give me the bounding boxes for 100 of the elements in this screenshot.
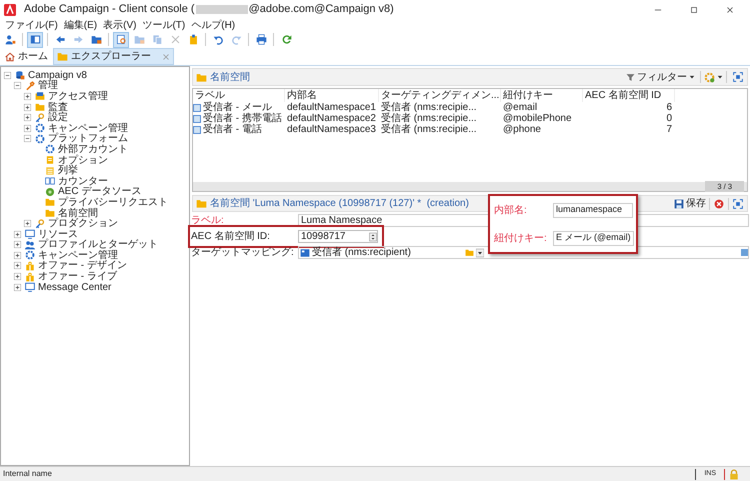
field-label: 紐付けキー: (493, 232, 548, 246)
document-icon (45, 155, 55, 166)
collapse-icon[interactable] (4, 72, 11, 79)
text-field[interactable]: lumanamespace (553, 202, 633, 218)
tree-item[interactable]: オファー - デザイン (38, 260, 127, 272)
home-icon (5, 52, 15, 62)
table-cell-text: 0 (665, 113, 673, 124)
forward-arrow-icon (72, 34, 84, 45)
expand-icon[interactable] (24, 104, 31, 111)
folder-icon (45, 208, 55, 218)
user-icon (4, 34, 16, 45)
folder-icon (196, 72, 207, 82)
tab[interactable]: ホーム (2, 48, 51, 65)
menu-item[interactable]: 編集(E) (64, 18, 98, 32)
menu-item[interactable]: 表示(V) (103, 18, 136, 32)
tree-item[interactable]: アクセス管理 (48, 90, 108, 102)
expand-icon[interactable] (14, 230, 21, 238)
tree-item[interactable]: カウンター (58, 176, 108, 187)
expand-icon[interactable] (14, 241, 21, 248)
close-icon (725, 4, 735, 14)
caret-icon (689, 74, 695, 80)
cut-icon (170, 34, 180, 45)
table-cell-text: 受信者 (nms:recipie... (380, 113, 478, 124)
tree-item[interactable]: プロファイルとターゲット (38, 239, 158, 250)
folder-icon (134, 34, 144, 45)
menu-item[interactable]: ヘルプ(H) (191, 18, 236, 32)
new-button[interactable] (704, 72, 723, 82)
copy-icon (152, 34, 162, 45)
expand-icon[interactable] (24, 92, 31, 100)
tree-item[interactable]: 設定 (48, 112, 68, 124)
folder-icon (464, 248, 474, 257)
column-header[interactable]: ターゲティングディメン... (379, 89, 501, 102)
tree-item[interactable]: キャンペーン管理 (48, 122, 128, 134)
tree-item[interactable]: キャンペーン管理 (38, 250, 118, 261)
field-label: ターゲットマッピング: (190, 246, 295, 260)
expand-icon[interactable] (14, 273, 21, 280)
tree-item[interactable]: Message Center (38, 282, 112, 293)
tree-item[interactable]: オファー - ライブ (38, 271, 117, 282)
toolbar-button[interactable] (113, 32, 129, 48)
expand-icon[interactable] (24, 114, 31, 122)
filter-button[interactable]: フィルター (624, 70, 697, 84)
tree-item[interactable]: 列挙 (58, 165, 78, 176)
tree-item[interactable]: プロダクション (48, 218, 118, 230)
lock-icon (729, 468, 739, 480)
spinner-icon (369, 232, 377, 242)
folder-icon (35, 102, 45, 112)
cancel-button[interactable] (713, 198, 725, 210)
expand-icon[interactable] (14, 262, 21, 270)
maximize-panel-button[interactable] (732, 198, 744, 210)
maximize-icon (689, 4, 699, 14)
collapse-icon[interactable] (14, 82, 21, 90)
status-text: Internal name (3, 468, 52, 480)
toolbar-button[interactable] (27, 32, 43, 48)
dropdown-icon (476, 248, 484, 258)
gear-icon (35, 134, 45, 144)
table-cell-text: 6 (665, 102, 673, 113)
tab[interactable]: エクスプローラー (53, 48, 174, 65)
tree-item[interactable]: プラットフォーム (48, 133, 128, 144)
close-icon (162, 52, 170, 60)
cancel-icon (714, 198, 724, 208)
paste-icon (188, 34, 198, 45)
tree-item[interactable]: オプション (58, 154, 108, 166)
panel-icon (30, 34, 40, 45)
schema-icon (300, 248, 310, 258)
text-field[interactable]: E メール (@email) (553, 230, 634, 246)
refresh-icon (280, 34, 292, 45)
expand-view-icon (733, 198, 743, 208)
column-header[interactable]: 内部名 (285, 89, 379, 102)
gear-icon (704, 72, 715, 82)
column-header[interactable]: ラベル (193, 89, 285, 102)
table-cell-text: @mobilePhone (502, 113, 573, 124)
tree-item[interactable]: 監査 (48, 102, 68, 113)
table-cell-text: 受信者 (nms:recipie... (380, 124, 478, 135)
menu-item[interactable]: ツール(T) (142, 18, 186, 32)
number-field[interactable]: 10998717 (298, 230, 378, 243)
expand-icon[interactable] (14, 252, 21, 259)
redo-icon (230, 34, 242, 45)
back-arrow-icon (54, 34, 66, 45)
table-cell: 受信者 - 電話 (203, 124, 262, 135)
tree-item[interactable]: 名前空間 (58, 208, 98, 219)
expand-icon[interactable] (14, 284, 21, 291)
maximize-panel-button[interactable] (732, 71, 744, 83)
tree-item[interactable]: Campaign v8 (28, 70, 87, 81)
tree-item[interactable]: リソース (38, 228, 78, 240)
collapse-icon[interactable] (24, 135, 31, 142)
redacted-area (196, 5, 248, 14)
expand-icon[interactable] (24, 220, 31, 228)
app-icon (4, 4, 16, 16)
form-title: 名前空間 'Luma Namespace (10998717 (127)' * (creation) (210, 196, 469, 211)
menu-item[interactable]: ファイル(F) (5, 18, 58, 32)
tree-item[interactable]: 外部アカウント (58, 144, 128, 155)
undo-icon (212, 34, 224, 45)
column-header[interactable]: AEC 名前空間 ID (583, 89, 675, 102)
expand-view-icon (733, 72, 743, 82)
tree-item[interactable]: AEC データソース (58, 186, 142, 198)
expand-icon[interactable] (24, 124, 31, 132)
save-button[interactable]: 保存 (674, 196, 706, 211)
column-header[interactable]: 紐付けキー (501, 89, 583, 102)
tree-item[interactable]: プライバシーリクエスト (58, 196, 168, 208)
tree-item[interactable]: 管理 (38, 80, 58, 92)
